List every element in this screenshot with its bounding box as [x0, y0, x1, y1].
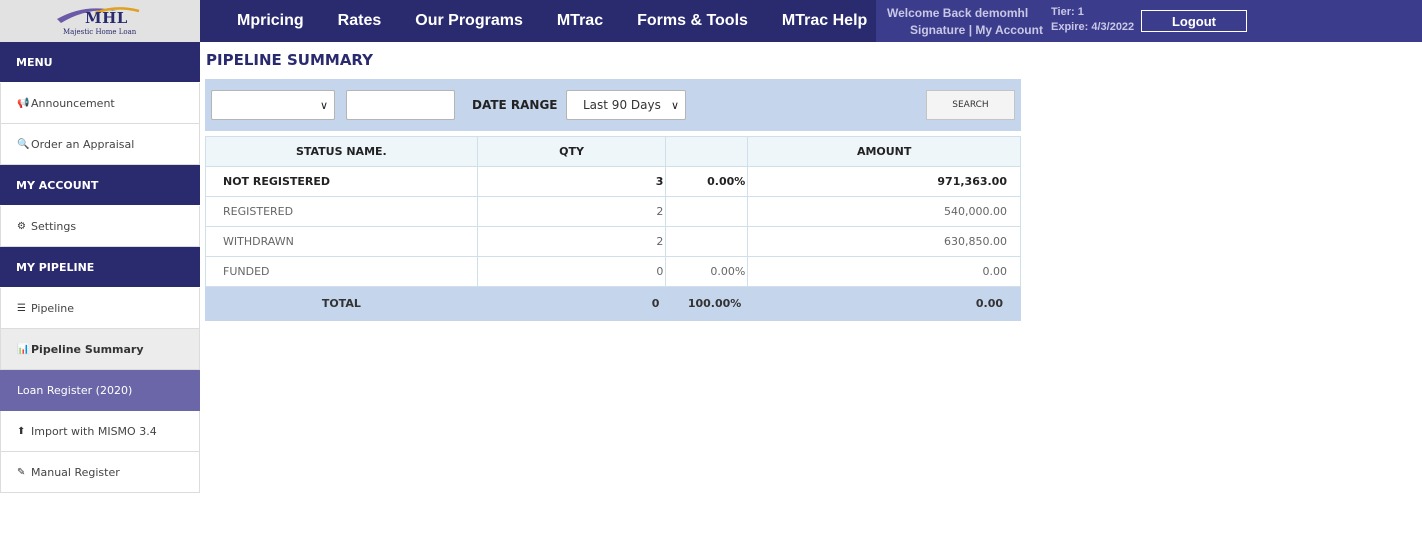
logo-subtitle: Majestic Home Loan: [63, 28, 137, 36]
cell-qty: 0: [476, 256, 667, 287]
nav-mtrac[interactable]: MTrac: [540, 12, 620, 30]
logo: MHL Majestic Home Loan: [55, 3, 145, 39]
status-select[interactable]: ∨: [211, 90, 335, 120]
sidebar-item-label: Pipeline: [31, 301, 75, 315]
nav-forms-tools[interactable]: Forms & Tools: [620, 12, 765, 30]
tier-text: Tier: 1: [1051, 6, 1084, 18]
chevron-down-icon: ∨: [319, 99, 328, 112]
cell-amount: 540,000.00: [747, 196, 1021, 227]
cell-qty: 2: [476, 226, 667, 257]
account-links: Signature | My Account: [910, 23, 1043, 37]
edit-icon: ✎: [17, 466, 26, 478]
pipeline-summary-table: STATUS NAME. QTY AMOUNT NOT REGISTERED 3…: [205, 136, 1021, 321]
filter-text-input[interactable]: [346, 90, 455, 120]
sidebar-item-label: Settings: [31, 219, 77, 233]
page-title: PIPELINE SUMMARY: [206, 51, 374, 69]
column-header-amount: AMOUNT: [747, 136, 1021, 167]
cell-total-qty: 0: [476, 286, 667, 321]
list-icon: ☰: [17, 302, 26, 314]
cell-percent: 0.00%: [665, 256, 749, 287]
cell-percent: [665, 196, 749, 227]
sidebar-item-label: Order an Appraisal: [31, 137, 135, 151]
column-header-status: STATUS NAME.: [205, 136, 478, 167]
search-button[interactable]: SEARCH: [926, 90, 1015, 120]
cell-qty: 3: [476, 166, 667, 197]
account-panel: Welcome Back demomhl Signature | My Acco…: [876, 0, 1422, 42]
expire-text: Expire: 4/3/2022: [1051, 21, 1135, 33]
cell-amount: 0.00: [747, 256, 1021, 287]
link-separator: |: [968, 23, 973, 37]
chevron-down-icon: ∨: [670, 99, 679, 112]
table-total-row: TOTAL 0 100.00% 0.00: [205, 286, 1021, 321]
welcome-text: Welcome Back demomhl: [887, 6, 1029, 20]
date-range-select[interactable]: Last 90 Days ∨: [566, 90, 686, 120]
sidebar-item-settings[interactable]: ⚙ Settings: [0, 206, 200, 247]
date-range-value: Last 90 Days: [583, 98, 661, 112]
sidebar-item-pipeline-summary[interactable]: 📊 Pipeline Summary: [0, 329, 200, 370]
logo-area[interactable]: MHL Majestic Home Loan: [0, 0, 200, 42]
cell-status: WITHDRAWN: [205, 226, 478, 257]
cell-total-label: TOTAL: [205, 286, 478, 321]
top-navbar: MHL Majestic Home Loan Mpricing Rates Ou…: [0, 0, 1422, 42]
sidebar-item-manual-register[interactable]: ✎ Manual Register: [0, 452, 200, 493]
sidebar-item-import-mismo[interactable]: ⬆ Import with MISMO 3.4: [0, 411, 200, 452]
table-header-row: STATUS NAME. QTY AMOUNT: [205, 136, 1021, 167]
cell-amount: 971,363.00: [747, 166, 1021, 197]
date-range-label: DATE RANGE: [472, 98, 558, 112]
sidebar: MENU 📢 Announcement 🔍 Order an Appraisal…: [0, 42, 200, 493]
sidebar-item-pipeline[interactable]: ☰ Pipeline: [0, 288, 200, 329]
sidebar-header-menu: MENU: [0, 42, 200, 83]
nav-mpricing[interactable]: Mpricing: [220, 12, 321, 30]
sidebar-item-loan-register[interactable]: Loan Register (2020): [0, 370, 200, 411]
sidebar-item-announcement[interactable]: 📢 Announcement: [0, 83, 200, 124]
cell-status: FUNDED: [205, 256, 478, 287]
nav-mtrac-help[interactable]: MTrac Help: [765, 12, 884, 30]
table-row: FUNDED 0 0.00% 0.00: [205, 256, 1021, 287]
gear-icon: ⚙: [17, 220, 26, 232]
upload-icon: ⬆: [17, 425, 26, 437]
filter-bar: ∨ DATE RANGE Last 90 Days ∨ SEARCH: [205, 79, 1021, 131]
sidebar-item-label: Pipeline Summary: [31, 342, 144, 356]
sidebar-item-label: Loan Register (2020): [17, 383, 133, 397]
cell-amount: 630,850.00: [747, 226, 1021, 257]
search-icon: 🔍: [17, 138, 30, 150]
logo-text: MHL: [85, 9, 128, 27]
cell-percent: [665, 226, 749, 257]
cell-total-amount: 0.00: [747, 286, 1021, 321]
bar-chart-icon: 📊: [17, 343, 30, 355]
sidebar-item-order-appraisal[interactable]: 🔍 Order an Appraisal: [0, 124, 200, 165]
sidebar-item-label: Announcement: [31, 96, 115, 110]
sidebar-header-my-pipeline: MY PIPELINE: [0, 247, 200, 288]
cell-total-percent: 100.00%: [665, 286, 749, 321]
logout-button[interactable]: Logout: [1141, 10, 1247, 32]
cell-percent: 0.00%: [665, 166, 749, 197]
sidebar-item-label: Manual Register: [31, 465, 120, 479]
signature-link[interactable]: Signature: [910, 23, 965, 37]
my-account-link[interactable]: My Account: [975, 23, 1043, 37]
nav-rates[interactable]: Rates: [321, 12, 399, 30]
main-nav: Mpricing Rates Our Programs MTrac Forms …: [220, 0, 884, 42]
nav-our-programs[interactable]: Our Programs: [398, 12, 540, 30]
column-header-percent: [665, 136, 749, 167]
sidebar-item-label: Import with MISMO 3.4: [31, 424, 157, 438]
bullhorn-icon: 📢: [17, 97, 30, 109]
table-row: NOT REGISTERED 3 0.00% 971,363.00: [205, 166, 1021, 197]
table-row: REGISTERED 2 540,000.00: [205, 196, 1021, 227]
cell-status: REGISTERED: [205, 196, 478, 227]
sidebar-header-my-account: MY ACCOUNT: [0, 165, 200, 206]
cell-status: NOT REGISTERED: [205, 166, 478, 197]
table-row: WITHDRAWN 2 630,850.00: [205, 226, 1021, 257]
column-header-qty: QTY: [476, 136, 667, 167]
cell-qty: 2: [476, 196, 667, 227]
